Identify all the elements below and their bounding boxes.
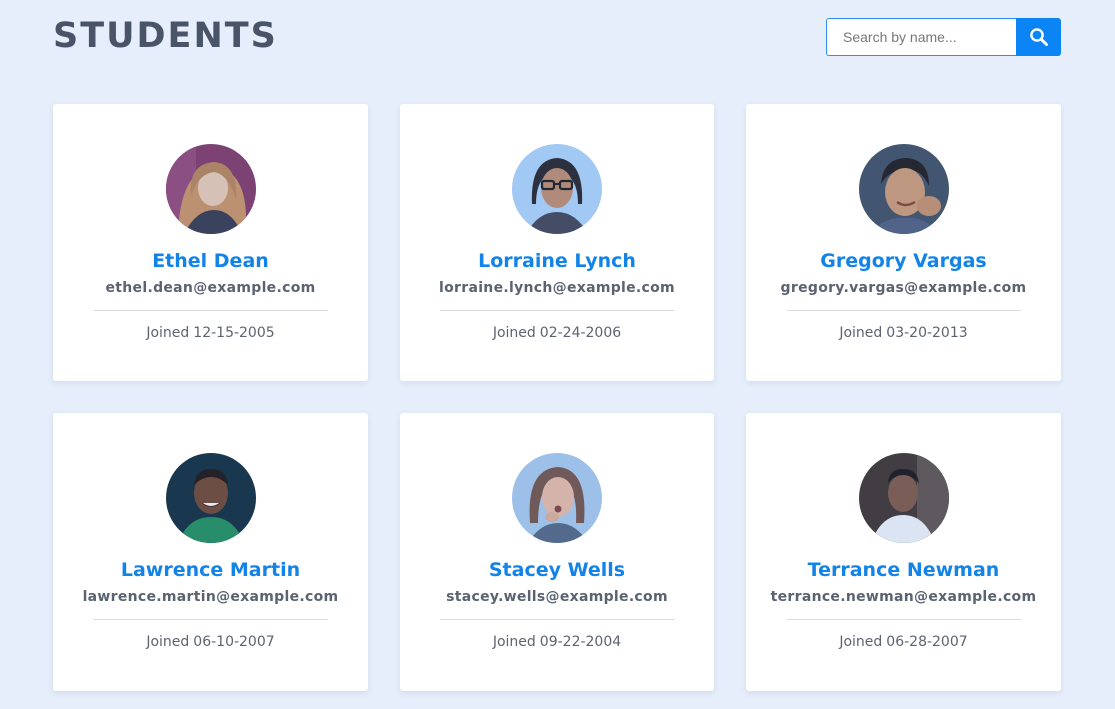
student-name[interactable]: Ethel Dean bbox=[152, 250, 269, 272]
joined-label: Joined bbox=[839, 634, 883, 650]
student-name[interactable]: Terrance Newman bbox=[808, 559, 1000, 581]
student-email: terrance.newman@example.com bbox=[770, 589, 1037, 605]
student-name[interactable]: Gregory Vargas bbox=[820, 250, 986, 272]
student-joined: Joined 06-28-2007 bbox=[839, 634, 967, 650]
card-divider bbox=[93, 310, 328, 311]
card-divider bbox=[93, 619, 328, 620]
student-email: stacey.wells@example.com bbox=[446, 589, 668, 605]
search-bar bbox=[826, 18, 1061, 56]
joined-date: 09-22-2004 bbox=[539, 634, 622, 650]
joined-date: 06-28-2007 bbox=[886, 634, 968, 650]
student-name[interactable]: Stacey Wells bbox=[489, 559, 625, 581]
student-name[interactable]: Lawrence Martin bbox=[121, 559, 300, 581]
joined-label: Joined bbox=[492, 325, 536, 341]
student-joined: Joined 02-24-2006 bbox=[493, 325, 621, 341]
page-title: STUDENTS bbox=[53, 16, 278, 56]
card-divider bbox=[786, 310, 1021, 311]
joined-label: Joined bbox=[839, 325, 883, 341]
joined-label: Joined bbox=[146, 325, 190, 341]
student-joined: Joined 06-10-2007 bbox=[146, 634, 274, 650]
student-email: ethel.dean@example.com bbox=[105, 280, 316, 296]
student-email: lawrence.martin@example.com bbox=[82, 589, 339, 605]
search-input[interactable] bbox=[826, 18, 1016, 56]
student-joined: Joined 12-15-2005 bbox=[146, 325, 274, 341]
student-avatar bbox=[858, 144, 949, 234]
student-card[interactable]: Gregory Vargas gregory.vargas@example.co… bbox=[746, 104, 1061, 381]
student-card[interactable]: Lorraine Lynch lorraine.lynch@example.co… bbox=[400, 104, 714, 381]
student-card[interactable]: Terrance Newman terrance.newman@example.… bbox=[746, 413, 1061, 691]
students-page: STUDENTS Ethel Dean ethel.dean@example.c… bbox=[0, 0, 1115, 709]
student-email: lorraine.lynch@example.com bbox=[439, 280, 675, 296]
student-grid: Ethel Dean ethel.dean@example.com Joined… bbox=[53, 104, 1061, 691]
student-card[interactable]: Lawrence Martin lawrence.martin@example.… bbox=[53, 413, 368, 691]
joined-label: Joined bbox=[492, 634, 536, 650]
student-joined: Joined 03-20-2013 bbox=[839, 325, 967, 341]
student-avatar bbox=[512, 453, 602, 543]
student-email: gregory.vargas@example.com bbox=[780, 280, 1027, 296]
card-divider bbox=[440, 619, 674, 620]
student-card[interactable]: Stacey Wells stacey.wells@example.com Jo… bbox=[400, 413, 714, 691]
joined-date: 12-15-2005 bbox=[193, 325, 275, 341]
student-name[interactable]: Lorraine Lynch bbox=[478, 250, 636, 272]
student-avatar bbox=[512, 144, 602, 234]
student-card[interactable]: Ethel Dean ethel.dean@example.com Joined… bbox=[53, 104, 368, 381]
joined-date: 03-20-2013 bbox=[886, 325, 968, 341]
joined-date: 06-10-2007 bbox=[193, 634, 275, 650]
student-avatar bbox=[858, 453, 949, 543]
student-avatar bbox=[165, 453, 256, 543]
card-divider bbox=[440, 310, 674, 311]
card-divider bbox=[786, 619, 1021, 620]
search-icon bbox=[1029, 28, 1048, 46]
student-joined: Joined 09-22-2004 bbox=[493, 634, 621, 650]
joined-date: 02-24-2006 bbox=[539, 325, 622, 341]
search-button[interactable] bbox=[1016, 18, 1061, 56]
joined-label: Joined bbox=[146, 634, 190, 650]
student-avatar bbox=[165, 144, 256, 234]
